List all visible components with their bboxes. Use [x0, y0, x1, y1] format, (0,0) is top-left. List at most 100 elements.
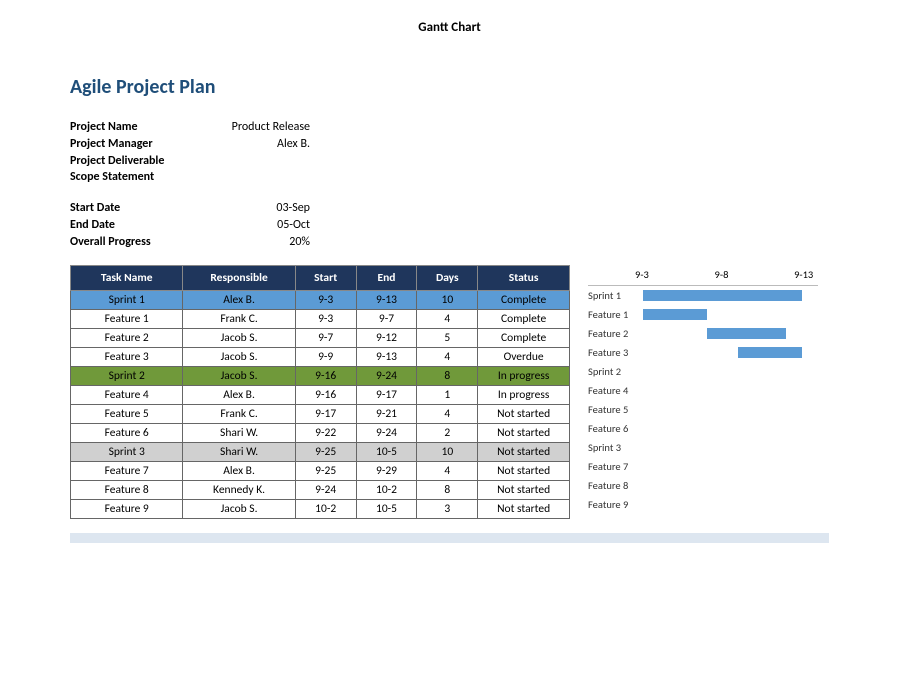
cell-status: Not started — [478, 480, 570, 499]
cell-resp: Alex B. — [183, 461, 295, 480]
column-header: Status — [478, 265, 570, 290]
cell-task: Feature 7 — [71, 461, 183, 480]
gantt-row: Feature 9 — [588, 495, 818, 514]
cell-resp: Shari W. — [183, 442, 295, 461]
cell-status: In progress — [478, 385, 570, 404]
cell-days: 10 — [417, 290, 478, 309]
gantt-track — [643, 384, 818, 396]
cell-days: 4 — [417, 461, 478, 480]
cell-task: Feature 5 — [71, 404, 183, 423]
info-value: 20% — [210, 234, 310, 251]
cell-task: Feature 1 — [71, 309, 183, 328]
gantt-row: Sprint 1 — [588, 286, 818, 305]
info-label: Project Name — [70, 119, 210, 136]
cell-end: 9-7 — [356, 309, 417, 328]
gantt-tick: 9-3 — [635, 268, 649, 281]
table-row: Feature 3Jacob S.9-99-134Overdue — [71, 347, 570, 366]
cell-status: Overdue — [478, 347, 570, 366]
cell-task: Sprint 3 — [71, 442, 183, 461]
cell-days: 10 — [417, 442, 478, 461]
gantt-row: Feature 8 — [588, 476, 818, 495]
cell-start: 9-3 — [295, 290, 356, 309]
cell-end: 10-5 — [356, 442, 417, 461]
gantt-label: Sprint 3 — [588, 441, 643, 454]
cell-task: Feature 4 — [71, 385, 183, 404]
gantt-row: Feature 1 — [588, 305, 818, 324]
cell-resp: Shari W. — [183, 423, 295, 442]
cell-task: Feature 9 — [71, 499, 183, 518]
cell-start: 9-22 — [295, 423, 356, 442]
gantt-label: Feature 1 — [588, 308, 643, 321]
cell-status: In progress — [478, 366, 570, 385]
info-label: Project Manager — [70, 136, 210, 153]
cell-resp: Frank C. — [183, 404, 295, 423]
footer-band — [70, 533, 829, 543]
gantt-track — [643, 422, 818, 434]
cell-end: 9-17 — [356, 385, 417, 404]
cell-days: 1 — [417, 385, 478, 404]
gantt-track — [643, 403, 818, 415]
table-row: Feature 2Jacob S.9-79-125Complete — [71, 328, 570, 347]
cell-task: Feature 6 — [71, 423, 183, 442]
column-header: Start — [295, 265, 356, 290]
info-value — [210, 169, 310, 186]
cell-days: 8 — [417, 480, 478, 499]
gantt-label: Feature 2 — [588, 327, 643, 340]
document-title: Gantt Chart — [70, 20, 829, 35]
gantt-tick: 9-13 — [794, 268, 813, 281]
cell-end: 9-13 — [356, 347, 417, 366]
column-header: End — [356, 265, 417, 290]
gantt-track — [643, 327, 818, 339]
cell-days: 5 — [417, 328, 478, 347]
cell-days: 2 — [417, 423, 478, 442]
cell-task: Feature 2 — [71, 328, 183, 347]
table-row: Feature 7Alex B.9-259-294Not started — [71, 461, 570, 480]
cell-resp: Jacob S. — [183, 347, 295, 366]
gantt-label: Feature 7 — [588, 460, 643, 473]
table-row: Feature 6Shari W.9-229-242Not started — [71, 423, 570, 442]
column-header: Task Name — [71, 265, 183, 290]
column-header: Responsible — [183, 265, 295, 290]
gantt-label: Feature 3 — [588, 346, 643, 359]
info-label: Start Date — [70, 200, 210, 217]
table-row: Feature 4Alex B.9-169-171In progress — [71, 385, 570, 404]
cell-status: Not started — [478, 423, 570, 442]
cell-resp: Frank C. — [183, 309, 295, 328]
table-row: Feature 8Kennedy K.9-2410-28Not started — [71, 480, 570, 499]
gantt-row: Feature 2 — [588, 324, 818, 343]
gantt-row: Feature 3 — [588, 343, 818, 362]
gantt-label: Sprint 1 — [588, 289, 643, 302]
info-value: Alex B. — [210, 136, 310, 153]
cell-status: Not started — [478, 499, 570, 518]
cell-days: 3 — [417, 499, 478, 518]
cell-end: 9-24 — [356, 366, 417, 385]
cell-start: 10-2 — [295, 499, 356, 518]
table-row: Feature 5Frank C.9-179-214Not started — [71, 404, 570, 423]
cell-start: 9-7 — [295, 328, 356, 347]
info-value: 03-Sep — [210, 200, 310, 217]
gantt-track — [643, 289, 818, 301]
gantt-bar — [707, 328, 787, 339]
gantt-bar — [738, 347, 802, 358]
project-title: Agile Project Plan — [70, 75, 829, 99]
cell-resp: Kennedy K. — [183, 480, 295, 499]
gantt-row: Feature 4 — [588, 381, 818, 400]
gantt-tick: 9-8 — [715, 268, 729, 281]
gantt-bar — [643, 290, 802, 301]
gantt-label: Feature 5 — [588, 403, 643, 416]
gantt-label: Feature 8 — [588, 479, 643, 492]
gantt-bar — [643, 309, 707, 320]
gantt-row: Sprint 2 — [588, 362, 818, 381]
info-label: End Date — [70, 217, 210, 234]
gantt-row: Feature 6 — [588, 419, 818, 438]
table-row: Sprint 3Shari W.9-2510-510Not started — [71, 442, 570, 461]
cell-end: 9-12 — [356, 328, 417, 347]
gantt-row: Sprint 3 — [588, 438, 818, 457]
cell-task: Feature 3 — [71, 347, 183, 366]
cell-task: Feature 8 — [71, 480, 183, 499]
info-value: 05-Oct — [210, 217, 310, 234]
column-header: Days — [417, 265, 478, 290]
cell-status: Not started — [478, 404, 570, 423]
gantt-label: Feature 6 — [588, 422, 643, 435]
gantt-track — [643, 498, 818, 510]
